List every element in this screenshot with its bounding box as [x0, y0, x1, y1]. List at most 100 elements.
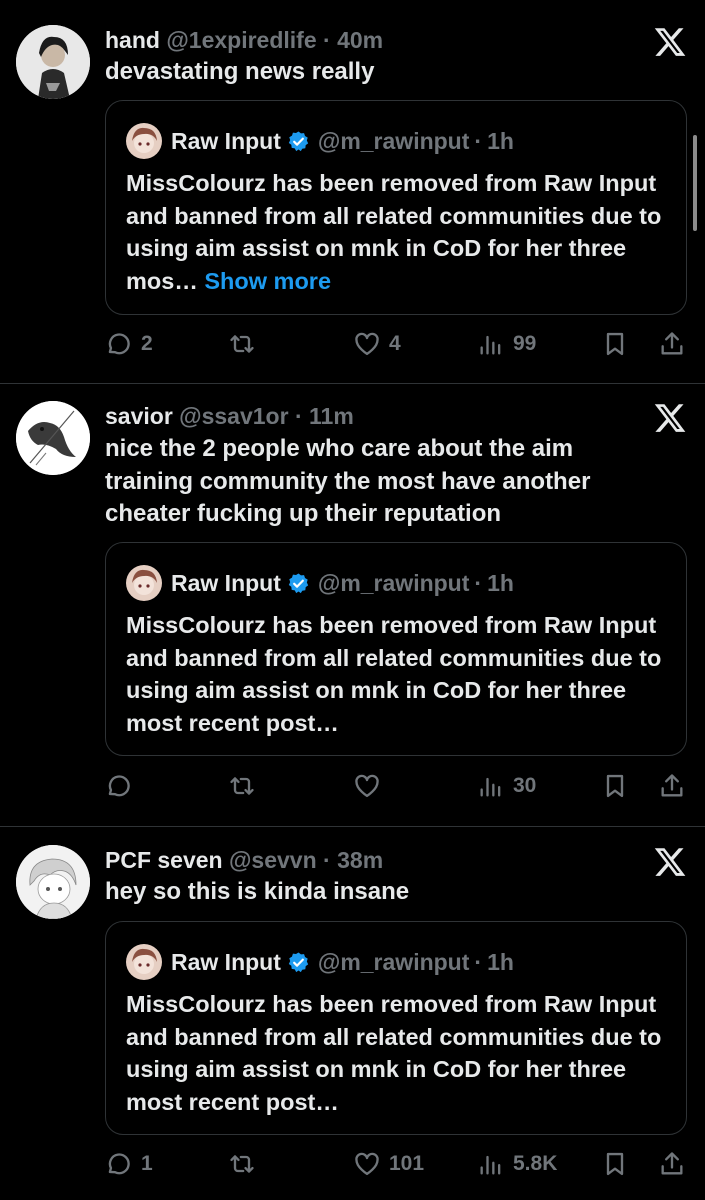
- verified-badge-icon: [287, 951, 310, 974]
- timestamp[interactable]: 38m: [337, 847, 383, 873]
- reply-icon: [108, 333, 130, 355]
- repost-button[interactable]: [228, 327, 264, 361]
- tweet[interactable]: savior @ssav1or · 11m nice the 2 people …: [0, 401, 705, 821]
- views-button[interactable]: 30: [477, 769, 536, 803]
- quote-author-name[interactable]: Raw Input: [171, 945, 281, 979]
- quote-avatar[interactable]: [126, 944, 162, 980]
- repost-button[interactable]: [228, 769, 264, 803]
- quote-timestamp[interactable]: 1h: [487, 566, 514, 600]
- heart-icon: [355, 332, 379, 356]
- action-bar: 1 101 5.8K: [105, 1147, 690, 1181]
- views-icon: [480, 335, 501, 355]
- tweet-divider: [0, 826, 705, 827]
- quote-author-handle[interactable]: @m_rawinput: [318, 566, 470, 600]
- avatar-image: [16, 401, 90, 475]
- separator-dot: ·: [323, 27, 331, 53]
- quote-header: Raw Input @m_rawinput · 1h: [126, 944, 514, 980]
- view-count: 5.8K: [513, 1152, 558, 1175]
- quote-timestamp[interactable]: 1h: [487, 124, 514, 158]
- quote-author-handle[interactable]: @m_rawinput: [318, 945, 470, 979]
- reply-icon: [108, 1153, 130, 1175]
- reply-button[interactable]: 2: [105, 327, 153, 361]
- verified-badge-icon: [287, 572, 310, 595]
- avatar[interactable]: [16, 25, 90, 99]
- reply-count: 2: [141, 332, 153, 355]
- views-button[interactable]: 5.8K: [477, 1147, 557, 1181]
- tweet-header: savior @ssav1or · 11m: [105, 401, 354, 431]
- bookmark-icon: [606, 774, 624, 798]
- like-count: 4: [389, 332, 401, 355]
- avatar-image: [16, 25, 90, 99]
- repost-icon: [230, 1155, 254, 1173]
- repost-icon: [230, 335, 254, 353]
- separator-dot: ·: [294, 403, 303, 429]
- separator-dot: ·: [474, 949, 483, 975]
- quote-text: MissColourz has been removed from Raw In…: [126, 167, 671, 297]
- repost-button[interactable]: [228, 1147, 264, 1181]
- quote-text: MissColourz has been removed from Raw In…: [126, 609, 671, 739]
- quote-body: MissColourz has been removed from Raw In…: [126, 612, 662, 736]
- quoted-tweet[interactable]: Raw Input @m_rawinput · 1h MissColourz h…: [105, 542, 687, 756]
- views-icon: [480, 1155, 501, 1175]
- author-handle[interactable]: @sevvn: [229, 847, 317, 873]
- views-button[interactable]: 99: [477, 327, 536, 361]
- bookmark-icon: [606, 1152, 624, 1176]
- author-name[interactable]: hand: [105, 27, 160, 53]
- timestamp[interactable]: 11m: [309, 403, 354, 429]
- quoted-tweet[interactable]: Raw Input @m_rawinput · 1h MissColourz h…: [105, 100, 687, 315]
- author-handle[interactable]: @1expiredlife: [166, 27, 316, 53]
- tweet-divider: [0, 383, 705, 384]
- x-logo-icon: [653, 401, 687, 435]
- avatar[interactable]: [16, 401, 90, 475]
- quote-text: MissColourz has been removed from Raw In…: [126, 988, 671, 1118]
- avatar-image: [16, 845, 90, 919]
- x-logo-icon: [653, 25, 687, 59]
- bookmark-button[interactable]: [601, 1147, 629, 1181]
- quote-timestamp[interactable]: 1h: [487, 945, 514, 979]
- views-icon: [480, 777, 501, 797]
- tweet[interactable]: hand @1expiredlife · 40m devastating new…: [0, 25, 705, 380]
- x-logo-icon: [653, 845, 687, 879]
- tweet-text: hey so this is kinda insane: [105, 878, 410, 905]
- quote-avatar[interactable]: [126, 565, 162, 601]
- tweet-text: devastating news really: [105, 58, 375, 85]
- tweet[interactable]: PCF seven @sevvn · 38m hey so this is ki…: [0, 845, 705, 1200]
- author-name[interactable]: savior: [105, 403, 173, 429]
- like-button[interactable]: [353, 769, 389, 803]
- view-count: 30: [513, 774, 537, 797]
- quote-author-name[interactable]: Raw Input: [171, 124, 281, 158]
- heart-icon: [355, 1152, 379, 1176]
- share-button[interactable]: [658, 327, 686, 361]
- quote-body: MissColourz has been removed from Raw In…: [126, 991, 662, 1115]
- quoted-tweet[interactable]: Raw Input @m_rawinput · 1h MissColourz h…: [105, 921, 687, 1135]
- bookmark-button[interactable]: [601, 327, 629, 361]
- avatar[interactable]: [16, 845, 90, 919]
- reply-icon: [108, 775, 130, 797]
- like-button[interactable]: 4: [353, 327, 401, 361]
- reply-button[interactable]: [105, 769, 141, 803]
- author-name[interactable]: PCF seven: [105, 847, 223, 873]
- action-bar: 30: [105, 769, 690, 803]
- repost-icon: [230, 777, 254, 795]
- author-handle[interactable]: @ssav1or: [179, 403, 288, 429]
- quote-header: Raw Input @m_rawinput · 1h: [126, 565, 514, 601]
- scrollbar[interactable]: [693, 135, 697, 231]
- like-button[interactable]: 101: [353, 1147, 424, 1181]
- share-icon: [661, 332, 683, 355]
- tweet-header: hand @1expiredlife · 40m: [105, 25, 383, 55]
- share-button[interactable]: [658, 1147, 686, 1181]
- timeline-feed: hand @1expiredlife · 40m devastating new…: [0, 0, 705, 1200]
- quote-author-handle[interactable]: @m_rawinput: [318, 124, 470, 158]
- quote-avatar[interactable]: [126, 123, 162, 159]
- quote-author-name[interactable]: Raw Input: [171, 566, 281, 600]
- share-button[interactable]: [658, 769, 686, 803]
- show-more-link[interactable]: Show more: [204, 268, 331, 294]
- verified-badge-icon: [287, 130, 310, 153]
- reply-button[interactable]: 1: [105, 1147, 153, 1181]
- like-count: 101: [389, 1152, 425, 1175]
- timestamp[interactable]: 40m: [337, 27, 383, 53]
- action-bar: 2 4 99: [105, 327, 690, 361]
- view-count: 99: [513, 332, 537, 355]
- tweet-header: PCF seven @sevvn · 38m: [105, 845, 383, 875]
- bookmark-button[interactable]: [601, 769, 629, 803]
